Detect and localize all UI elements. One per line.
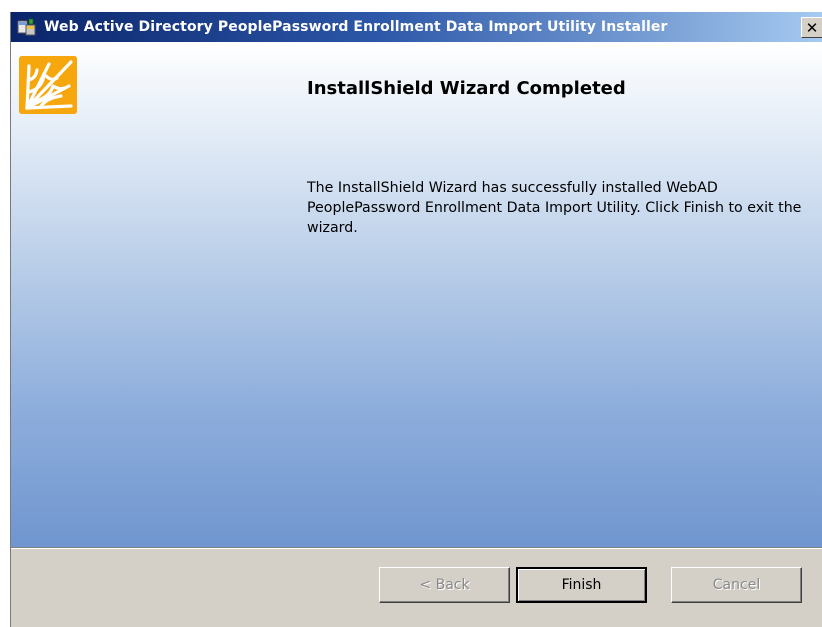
installer-window: Web Active Directory PeoplePassword Enro… [10,12,822,627]
completion-message: The InstallShield Wizard has successfull… [307,180,802,236]
finish-button[interactable]: Finish [516,567,647,603]
cancel-button[interactable]: Cancel [671,567,802,603]
back-button[interactable]: < Back [379,567,510,603]
wizard-content: InstallShield Wizard Completed The Insta… [11,42,822,547]
title-bar[interactable]: Web Active Directory PeoplePassword Enro… [11,12,822,42]
close-icon: ✕ [805,18,819,37]
button-bar: < Back Finish Cancel [11,549,822,627]
close-button[interactable]: ✕ [801,17,822,38]
installer-icon [17,18,37,36]
spider-web-icon [19,56,77,114]
page-title: InstallShield Wizard Completed [307,78,626,99]
window-title: Web Active Directory PeoplePassword Enro… [44,19,668,35]
